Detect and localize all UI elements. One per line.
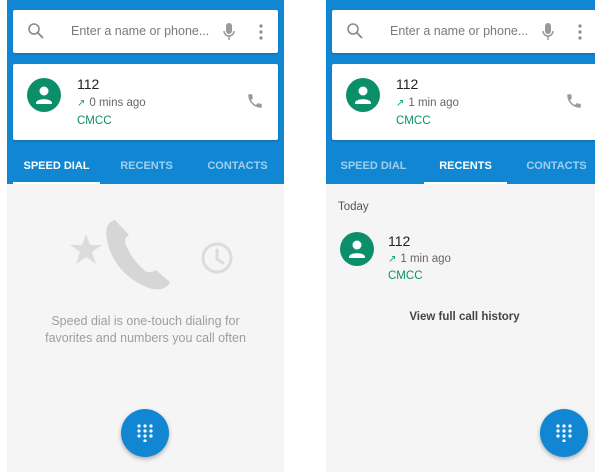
star-icon [70,234,102,264]
recent-call-card[interactable]: 112 ↗ 1 min ago CMCC [332,64,595,140]
more-vert-icon[interactable] [577,22,583,42]
tab-recents[interactable]: RECENTS [418,148,513,184]
tab-contacts[interactable]: CONTACTS [510,148,595,184]
outgoing-arrow-icon: ↗ [388,254,397,265]
person-icon [355,86,371,104]
phone-screen-speed-dial: Enter a name or phone... 112 ↗ 0 mins ago… [7,0,284,472]
tab-speed-dial-label: SPEED DIAL [340,160,407,172]
search-bar[interactable]: Enter a name or phone... [13,10,278,53]
phone-icon [106,220,170,290]
empty-state-line-2: favorites and numbers you call often [45,331,246,345]
phone-icon[interactable] [246,92,264,110]
phone-icon[interactable] [565,92,583,110]
empty-state-message: Speed dial is one-touch dialing for favo… [7,313,284,347]
outgoing-arrow-icon: ↗ [77,98,86,109]
search-placeholder[interactable]: Enter a name or phone... [71,24,209,38]
tab-speed-dial[interactable]: SPEED DIAL [326,148,421,184]
dialpad-icon [556,424,572,442]
section-header-today: Today [338,201,369,213]
tab-recents[interactable]: RECENTS [99,148,194,184]
phone-screen-recents: Enter a name or phone... 112 ↗ 1 min ago … [326,0,595,472]
dialpad-icon [137,424,153,442]
tab-underline [424,181,507,184]
tab-recents-label: RECENTS [120,160,173,172]
search-icon[interactable] [27,22,45,40]
mic-icon[interactable] [222,22,236,42]
caller-number: 112 [77,76,100,92]
call-time: ↗ 0 mins ago [77,97,146,109]
call-time: ↗ 1 min ago [396,97,459,109]
caller-number: 112 [388,233,411,249]
tab-speed-dial[interactable]: SPEED DIAL [7,148,106,184]
call-time-text: 1 min ago [400,253,451,265]
tab-contacts-label: CONTACTS [207,160,268,172]
search-icon[interactable] [346,22,364,40]
speed-dial-illustration [70,220,233,290]
call-time-text: 1 min ago [408,97,459,109]
dialpad-button[interactable] [121,409,169,457]
avatar [346,78,380,112]
carrier-label: CMCC [388,270,423,282]
tab-bar: SPEED DIAL RECENTS CONTACTS [7,148,284,184]
dialpad-button[interactable] [540,409,588,457]
recent-call-card[interactable]: 112 ↗ 0 mins ago CMCC [13,64,278,140]
view-full-call-history-link[interactable]: View full call history [326,311,595,323]
carrier-label: CMCC [77,115,112,127]
caller-number: 112 [396,76,419,92]
search-placeholder[interactable]: Enter a name or phone... [390,24,528,38]
empty-state-line-1: Speed dial is one-touch dialing for [51,314,240,328]
avatar [340,232,374,266]
person-icon [36,86,52,104]
outgoing-arrow-icon: ↗ [396,98,405,109]
search-bar[interactable]: Enter a name or phone... [332,10,595,53]
tab-contacts-label: CONTACTS [526,160,587,172]
person-icon [349,240,365,258]
call-time: ↗ 1 min ago [388,253,451,265]
more-vert-icon[interactable] [258,22,264,42]
avatar [27,78,61,112]
tab-underline [13,181,100,184]
tab-speed-dial-label: SPEED DIAL [23,160,90,172]
tab-recents-label: RECENTS [439,160,492,172]
call-time-text: 0 mins ago [89,97,146,109]
tab-bar: SPEED DIAL RECENTS CONTACTS [326,148,595,184]
tab-contacts[interactable]: CONTACTS [191,148,284,184]
carrier-label: CMCC [396,115,431,127]
mic-icon[interactable] [541,22,555,42]
